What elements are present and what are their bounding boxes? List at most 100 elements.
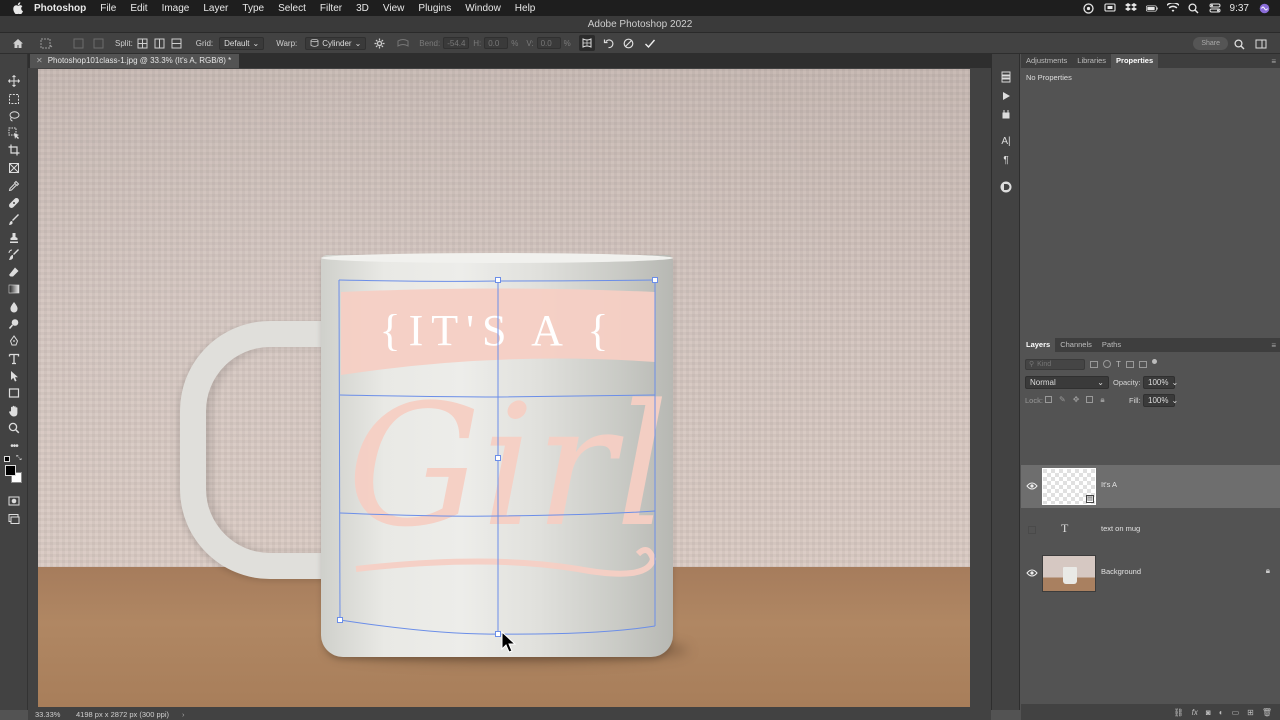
layer-row-text-on-mug[interactable]: T text on mug	[1021, 509, 1280, 552]
layer-row-background[interactable]: Background 🔒︎	[1021, 552, 1280, 595]
change-warp-orientation-button[interactable]	[397, 33, 409, 54]
control-center-icon[interactable]	[1209, 2, 1221, 14]
panel-menu-icon[interactable]: ≡	[1271, 341, 1276, 350]
home-button[interactable]	[12, 33, 24, 54]
fill-input[interactable]: 100% ⌄	[1143, 394, 1178, 407]
dropbox-icon[interactable]	[1124, 2, 1137, 14]
paragraph-panel-button[interactable]: ¶	[999, 153, 1013, 167]
quick-mask-button[interactable]	[6, 494, 22, 508]
warp-settings-button[interactable]	[374, 33, 385, 54]
layer-row-its-a[interactable]: ▤ It's A	[1021, 465, 1280, 508]
tab-paths[interactable]: Paths	[1097, 338, 1126, 352]
move-tool[interactable]	[6, 74, 22, 88]
dodge-tool[interactable]	[6, 317, 22, 331]
layer-name[interactable]: Background	[1101, 567, 1141, 576]
frame-tool[interactable]	[6, 161, 22, 175]
filter-shape-icon[interactable]	[1125, 360, 1134, 368]
libraries-panel-button[interactable]	[999, 180, 1013, 194]
eye-icon[interactable]	[1026, 567, 1038, 579]
h-input[interactable]: 0.0	[484, 37, 509, 49]
filter-smart-object-icon[interactable]	[1138, 360, 1147, 368]
hand-tool[interactable]	[6, 404, 22, 418]
canvas-area[interactable]: {IT'S A { Girl	[28, 68, 991, 710]
cancel-transform-button[interactable]	[623, 33, 634, 54]
menu-filter[interactable]: Filter	[320, 3, 342, 14]
tab-layers[interactable]: Layers	[1021, 338, 1056, 352]
history-panel-button[interactable]	[999, 70, 1013, 84]
layer-name[interactable]: It's A	[1101, 480, 1117, 489]
path-selection-tool[interactable]	[6, 369, 22, 383]
swap-colors-icon[interactable]: ⤡	[16, 455, 22, 463]
siri-icon[interactable]	[1258, 2, 1270, 14]
apple-icon[interactable]	[12, 2, 24, 14]
filter-adjustment-icon[interactable]	[1103, 360, 1111, 368]
warp-toggle-a-button[interactable]	[73, 33, 84, 54]
layer-thumbnail[interactable]	[1042, 555, 1096, 592]
zoom-tool[interactable]	[6, 421, 22, 435]
menu-type[interactable]: Type	[242, 3, 264, 14]
menu-image[interactable]: Image	[162, 3, 190, 14]
spotlight-icon[interactable]	[1188, 2, 1200, 14]
v-input[interactable]: 0.0	[536, 37, 561, 49]
close-icon[interactable]: ✕	[36, 56, 43, 65]
tab-adjustments[interactable]: Adjustments	[1021, 54, 1072, 68]
adjustment-layer-icon[interactable]: ◐	[1219, 708, 1224, 717]
layer-style-icon[interactable]: fx	[1192, 708, 1198, 717]
crop-tool[interactable]	[6, 143, 22, 157]
foreground-color-swatch[interactable]	[5, 465, 16, 476]
warp-handle-top-right[interactable]	[652, 277, 658, 283]
eye-hidden-icon[interactable]	[1028, 526, 1036, 534]
rectangle-tool[interactable]	[6, 386, 22, 400]
menu-help[interactable]: Help	[515, 3, 536, 14]
new-layer-icon[interactable]: ⊞	[1247, 708, 1254, 717]
marquee-tool[interactable]	[6, 92, 22, 106]
plugins-panel-button[interactable]	[999, 107, 1013, 121]
brush-tool[interactable]	[6, 213, 22, 227]
tab-libraries[interactable]: Libraries	[1072, 54, 1111, 68]
grid-select[interactable]: Default ⌄	[219, 36, 265, 50]
character-panel-button[interactable]: A|	[999, 134, 1013, 148]
split-crosswise-button[interactable]	[137, 33, 148, 54]
warp-style-select[interactable]: Cylinder ⌄	[305, 36, 367, 50]
warp-handle-top[interactable]	[495, 277, 501, 283]
lasso-tool[interactable]	[6, 109, 22, 123]
search-button[interactable]	[1232, 37, 1246, 51]
panel-menu-icon[interactable]: ≡	[1271, 57, 1276, 66]
share-button[interactable]: Share	[1193, 37, 1228, 50]
default-colors-icon[interactable]	[4, 456, 10, 462]
menu-layer[interactable]: Layer	[203, 3, 228, 14]
tab-channels[interactable]: Channels	[1055, 338, 1097, 352]
screen-mode-button[interactable]	[6, 512, 22, 526]
tab-properties[interactable]: Properties	[1111, 54, 1159, 68]
actions-panel-button[interactable]	[999, 89, 1013, 103]
menu-3d[interactable]: 3D	[356, 3, 369, 14]
menu-select[interactable]: Select	[278, 3, 306, 14]
warp-handle-bottom-left[interactable]	[337, 617, 343, 623]
healing-brush-tool[interactable]	[6, 196, 22, 210]
menu-file[interactable]: File	[100, 3, 116, 14]
lock-transparent-icon[interactable]	[1045, 396, 1052, 403]
toggle-warp-mode-button[interactable]	[578, 35, 595, 51]
link-layers-icon[interactable]: ⛓	[1174, 708, 1184, 717]
screen-mirroring-icon[interactable]	[1103, 2, 1116, 14]
menu-edit[interactable]: Edit	[130, 3, 147, 14]
lock-position-icon[interactable]: ✥	[1073, 396, 1080, 404]
gradient-tool[interactable]	[6, 282, 22, 296]
new-group-icon[interactable]: ▭	[1232, 708, 1240, 717]
clone-stamp-tool[interactable]	[6, 231, 22, 245]
menubar-clock[interactable]: 9:37	[1230, 3, 1249, 14]
color-swatches[interactable]: ⤡	[3, 455, 25, 486]
layer-thumbnail[interactable]: ▤	[1042, 468, 1096, 505]
layer-filter-select[interactable]: ⚲ Kind	[1025, 358, 1085, 370]
lock-all-icon[interactable]: 🔒︎	[1100, 396, 1104, 404]
menu-plugins[interactable]: Plugins	[418, 3, 451, 14]
delete-layer-icon[interactable]: 🗑︎	[1262, 708, 1272, 717]
document-tab[interactable]: ✕ Photoshop101class-1.jpg @ 33.3% (It's A…	[30, 54, 241, 68]
split-vertical-button[interactable]	[154, 33, 165, 54]
battery-icon[interactable]	[1145, 2, 1158, 14]
lock-artboard-icon[interactable]	[1086, 396, 1094, 403]
lock-icon[interactable]: 🔒︎	[1266, 566, 1270, 576]
filter-pixel-icon[interactable]	[1090, 360, 1098, 368]
creative-cloud-icon[interactable]	[1083, 2, 1095, 14]
history-brush-tool[interactable]	[6, 248, 22, 262]
